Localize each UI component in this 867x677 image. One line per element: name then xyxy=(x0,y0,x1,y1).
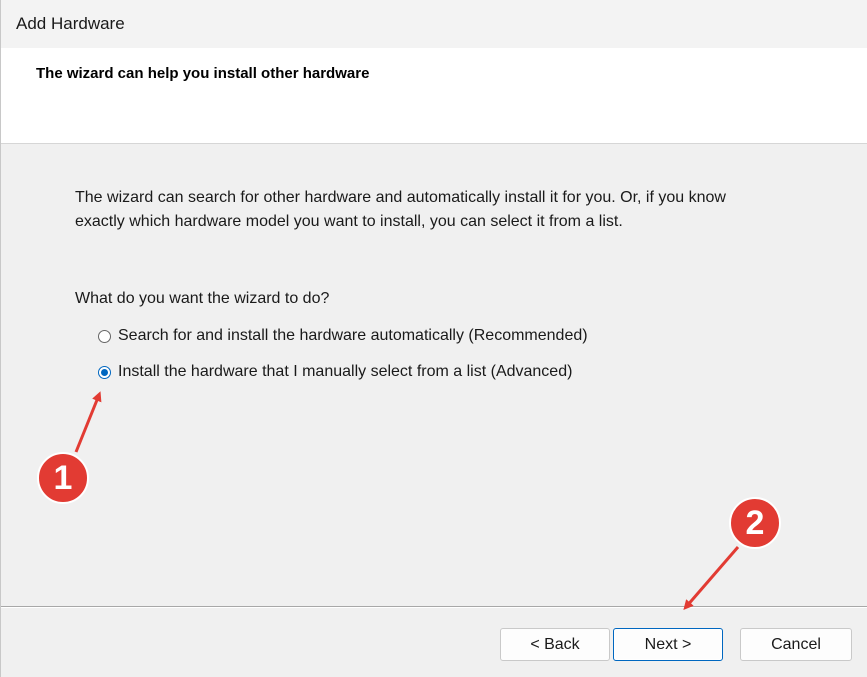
title-bar: Add Hardware xyxy=(1,0,867,48)
description-line-1: The wizard can search for other hardware… xyxy=(75,189,726,206)
description-line-2: exactly which hardware model you want to… xyxy=(75,213,623,230)
annotation-badge-1: 1 xyxy=(37,452,89,504)
wizard-description: The wizard can search for other hardware… xyxy=(75,186,835,234)
option-search-automatically[interactable]: Search for and install the hardware auto… xyxy=(98,327,588,345)
header-title: The wizard can help you install other ha… xyxy=(36,65,370,82)
cancel-button[interactable]: Cancel xyxy=(740,628,852,661)
back-button[interactable]: < Back xyxy=(500,628,610,661)
radio-search-automatically[interactable] xyxy=(98,329,111,343)
option-label-search-automatically[interactable]: Search for and install the hardware auto… xyxy=(118,327,588,345)
wizard-question: What do you want the wizard to do? xyxy=(75,290,330,307)
window-title: Add Hardware xyxy=(16,14,125,33)
next-button[interactable]: Next > xyxy=(613,628,723,661)
add-hardware-dialog: Add Hardware The wizard can help you ins… xyxy=(0,0,867,677)
annotation-badge-2: 2 xyxy=(729,497,781,549)
option-install-manually[interactable]: Install the hardware that I manually sel… xyxy=(98,363,572,381)
wizard-header: The wizard can help you install other ha… xyxy=(1,48,867,144)
radio-install-manually[interactable] xyxy=(98,365,111,379)
footer-separator xyxy=(1,606,867,608)
option-label-install-manually[interactable]: Install the hardware that I manually sel… xyxy=(118,363,572,381)
